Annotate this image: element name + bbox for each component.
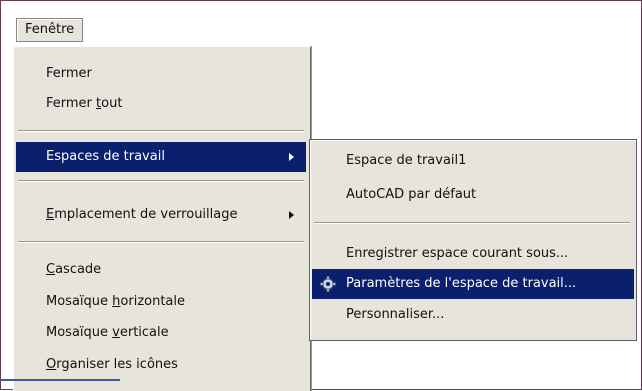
menu-item-accelerator: E: [46, 207, 55, 222]
menu-separator: [18, 130, 304, 132]
menu-item-organiser-icones[interactable]: Organiser les icônes: [16, 350, 306, 380]
submenu-item-label: Enregistrer espace courant sous...: [346, 246, 569, 261]
bottom-accent-line: [0, 379, 120, 381]
menu-item-label-part: erticale: [119, 325, 169, 340]
menu-item-mosaique-verticale[interactable]: Mosaïque verticale: [16, 318, 306, 348]
submenu-item-espace-de-travail1[interactable]: Espace de travail1: [312, 146, 634, 176]
submenu-arrow-icon: [289, 211, 294, 219]
submenu-item-label: AutoCAD par défaut: [346, 187, 477, 202]
menu-item-label: Espaces de travail: [46, 149, 165, 164]
menu-item-espaces-de-travail[interactable]: Espaces de travail: [16, 142, 306, 172]
menu-item-label-part: Mosaïque: [46, 294, 113, 309]
menu-item-fermer-tout[interactable]: Fermer tout: [16, 89, 306, 119]
menu-item-mosaique-horizontale[interactable]: Mosaïque horizontale: [16, 287, 306, 317]
menu-fenetre[interactable]: Fenêtre: [16, 18, 84, 42]
menu-item-cascade[interactable]: Cascade: [16, 255, 306, 285]
menu-item-accelerator: O: [46, 357, 57, 372]
menu-item-accelerator: C: [46, 262, 56, 277]
submenu-separator: [314, 222, 630, 224]
menu-item-accelerator: v: [112, 325, 120, 340]
menu-item-label-part: out: [101, 96, 123, 111]
espaces-de-travail-submenu: Espace de travail1 AutoCAD par défaut En…: [309, 139, 637, 341]
submenu-item-personnaliser[interactable]: Personnaliser...: [312, 300, 634, 330]
menu-item-label-part: Mosaïque: [46, 325, 113, 340]
menu-item-label: Fermer: [46, 66, 92, 81]
menu-item-label-part: orizontale: [120, 294, 186, 309]
submenu-item-label: Espace de travail1: [346, 153, 467, 168]
gear-icon: [320, 276, 336, 292]
menu-item-label-part: mplacement de verrouillage: [54, 207, 238, 222]
menu-item-label-part: Fermer: [46, 96, 97, 111]
submenu-item-label: Personnaliser...: [346, 307, 445, 322]
submenu-arrow-icon: [289, 153, 294, 161]
submenu-item-autocad-par-defaut[interactable]: AutoCAD par défaut: [312, 180, 634, 210]
menu-bar: Fenêtre: [10, 14, 625, 44]
menu-separator: [18, 180, 304, 182]
fenetre-menu: Fermer Fermer tout Espaces de travail Em…: [13, 46, 311, 391]
menu-item-label-part: rganiser les icônes: [56, 357, 178, 372]
menu-item-fermer[interactable]: Fermer: [16, 59, 306, 89]
submenu-item-enregistrer-espace[interactable]: Enregistrer espace courant sous...: [312, 239, 634, 269]
menu-item-label-part: ascade: [55, 262, 102, 277]
menu-item-emplacement-verrouillage[interactable]: Emplacement de verrouillage: [16, 200, 306, 230]
submenu-item-parametres-espace[interactable]: Paramètres de l'espace de travail...: [312, 269, 634, 299]
submenu-item-label: Paramètres de l'espace de travail...: [346, 276, 577, 291]
menu-separator: [18, 241, 304, 243]
